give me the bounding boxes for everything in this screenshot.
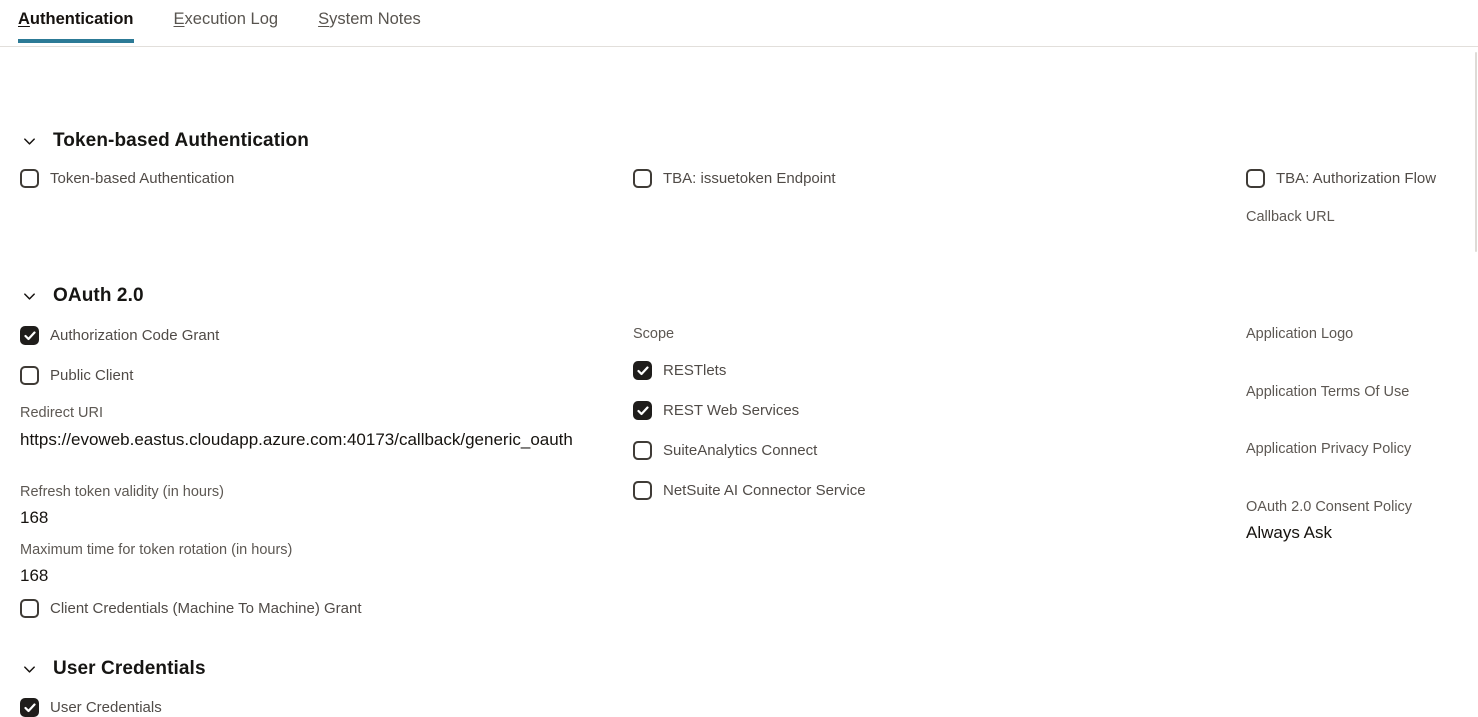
tab-label: ystem Notes: [329, 10, 421, 28]
application-terms-label: Application Terms Of Use: [1246, 384, 1409, 400]
section-header-token-based-authentication[interactable]: Token-based Authentication: [21, 130, 309, 152]
chevron-down-icon[interactable]: [21, 133, 37, 149]
tab-label: xecution Log: [185, 10, 279, 28]
checkbox-label: Authorization Code Grant: [50, 327, 219, 344]
checkbox-icon: [20, 169, 39, 188]
checkbox-label: RESTlets: [663, 362, 726, 379]
checkbox-icon: [20, 599, 39, 618]
checkbox-authorization-code-grant[interactable]: Authorization Code Grant: [20, 326, 219, 345]
checkbox-icon: [20, 326, 39, 345]
checkbox-label: Public Client: [50, 367, 133, 384]
checkbox-restlets[interactable]: RESTlets: [633, 361, 726, 380]
checkbox-token-based-authentication[interactable]: Token-based Authentication: [20, 169, 234, 188]
max-token-rotation-value: 168: [20, 566, 48, 586]
checkbox-label: User Credentials: [50, 699, 162, 716]
tab-label: E: [174, 10, 185, 28]
checkbox-label: Token-based Authentication: [50, 170, 234, 187]
checkbox-icon: [20, 698, 39, 717]
refresh-token-validity-value: 168: [20, 508, 48, 528]
checkbox-user-credentials[interactable]: User Credentials: [20, 698, 162, 717]
checkbox-client-credentials-grant[interactable]: Client Credentials (Machine To Machine) …: [20, 599, 362, 618]
section-title: Token-based Authentication: [53, 130, 309, 152]
checkbox-icon: [633, 361, 652, 380]
chevron-down-icon[interactable]: [21, 288, 37, 304]
checkbox-icon: [633, 401, 652, 420]
checkbox-rest-web-services[interactable]: REST Web Services: [633, 401, 799, 420]
section-header-oauth2[interactable]: OAuth 2.0: [21, 285, 144, 307]
section-header-user-credentials[interactable]: User Credentials: [21, 658, 206, 680]
checkbox-icon: [1246, 169, 1265, 188]
section-title: User Credentials: [53, 658, 206, 680]
checkbox-suiteanalytics-connect[interactable]: SuiteAnalytics Connect: [633, 441, 817, 460]
checkbox-public-client[interactable]: Public Client: [20, 366, 133, 385]
max-token-rotation-label: Maximum time for token rotation (in hour…: [20, 542, 292, 558]
refresh-token-validity-label: Refresh token validity (in hours): [20, 484, 224, 500]
tab-authentication[interactable]: Authentication: [18, 0, 134, 42]
checkbox-netsuite-ai-connector[interactable]: NetSuite AI Connector Service: [633, 481, 866, 500]
oauth-consent-policy-value: Always Ask: [1246, 523, 1332, 543]
checkbox-icon: [633, 169, 652, 188]
authentication-panel: Token-based Authentication Token-based A…: [0, 47, 1478, 690]
chevron-down-icon[interactable]: [21, 661, 37, 677]
checkbox-label: SuiteAnalytics Connect: [663, 442, 817, 459]
checkbox-icon: [633, 481, 652, 500]
checkbox-icon: [633, 441, 652, 460]
checkbox-label: TBA: Authorization Flow: [1276, 170, 1436, 187]
callback-url-label: Callback URL: [1246, 209, 1335, 225]
tab-label: uthentication: [30, 10, 134, 28]
redirect-uri-value: https://evoweb.eastus.cloudapp.azure.com…: [20, 429, 595, 451]
scope-label: Scope: [633, 326, 674, 342]
checkbox-tba-issuetoken-endpoint[interactable]: TBA: issuetoken Endpoint: [633, 169, 836, 188]
checkbox-tba-authorization-flow[interactable]: TBA: Authorization Flow: [1246, 169, 1436, 188]
checkbox-label: Client Credentials (Machine To Machine) …: [50, 600, 362, 617]
redirect-uri-label: Redirect URI: [20, 405, 103, 421]
section-title: OAuth 2.0: [53, 285, 144, 307]
tab-bar: Authentication Execution Log System Note…: [0, 0, 1478, 47]
checkbox-label: NetSuite AI Connector Service: [663, 482, 866, 499]
tab-label: S: [318, 10, 329, 28]
oauth-consent-policy-label: OAuth 2.0 Consent Policy: [1246, 499, 1412, 515]
checkbox-icon: [20, 366, 39, 385]
tab-execution-log[interactable]: Execution Log: [174, 0, 279, 42]
tab-system-notes[interactable]: System Notes: [318, 0, 421, 42]
tab-label: A: [18, 10, 30, 28]
checkbox-label: TBA: issuetoken Endpoint: [663, 170, 836, 187]
application-privacy-label: Application Privacy Policy: [1246, 441, 1411, 457]
application-logo-label: Application Logo: [1246, 326, 1353, 342]
checkbox-label: REST Web Services: [663, 402, 799, 419]
